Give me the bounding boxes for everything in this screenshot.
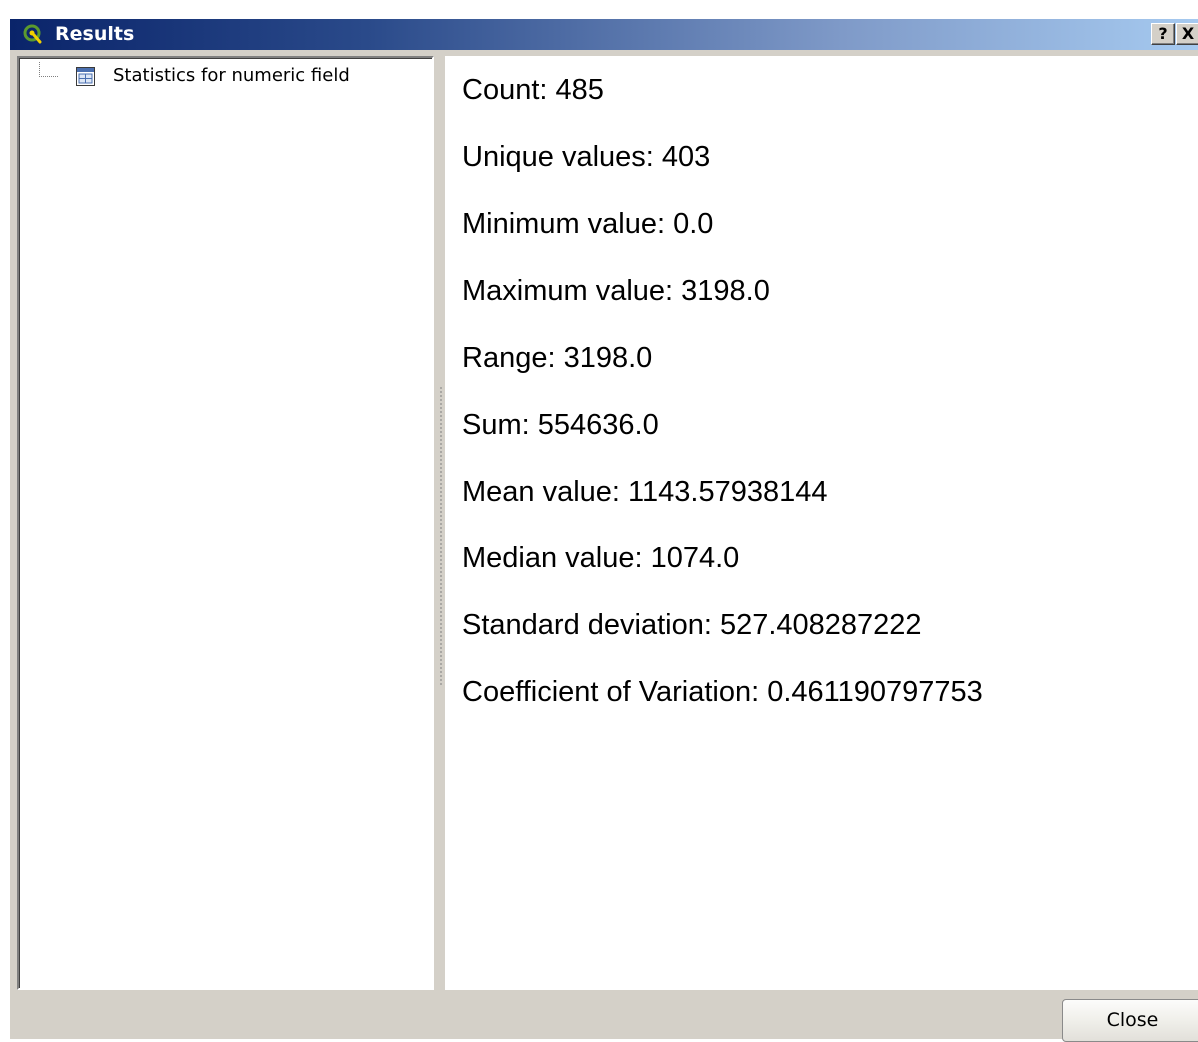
splitter-grip <box>440 386 442 686</box>
result-minimum-value: Minimum value: 0.0 <box>462 208 714 240</box>
result-sum: Sum: 554636.0 <box>462 409 659 441</box>
table-icon <box>76 67 95 86</box>
title-bar[interactable]: Results ? X <box>10 19 1198 50</box>
results-tree[interactable]: Statistics for numeric field <box>17 56 434 990</box>
window-title: Results <box>55 23 135 45</box>
result-count: Count: 485 <box>462 74 604 106</box>
result-coefficient-of-variation: Coefficient of Variation: 0.461190797753 <box>462 676 983 708</box>
result-mean-value: Mean value: 1143.57938144 <box>462 476 828 508</box>
results-dialog: Results ? X Statistics for numeric field… <box>9 19 1198 1042</box>
qgis-logo-icon <box>23 24 42 44</box>
window-close-button[interactable]: X <box>1176 23 1198 45</box>
help-button[interactable]: ? <box>1151 23 1175 45</box>
result-unique-values: Unique values: 403 <box>462 141 711 173</box>
result-range: Range: 3198.0 <box>462 342 653 374</box>
tree-item-label: Statistics for numeric field <box>113 65 350 86</box>
close-button[interactable]: Close <box>1062 999 1198 1042</box>
tree-connector <box>39 62 58 77</box>
results-text-panel: Count: 485 Unique values: 403 Minimum va… <box>445 56 1198 990</box>
panel-splitter[interactable] <box>437 56 445 990</box>
tree-item-statistics[interactable]: Statistics for numeric field <box>33 62 423 92</box>
result-maximum-value: Maximum value: 3198.0 <box>462 275 770 307</box>
result-standard-deviation: Standard deviation: 527.408287222 <box>462 609 922 641</box>
result-median-value: Median value: 1074.0 <box>462 542 740 574</box>
